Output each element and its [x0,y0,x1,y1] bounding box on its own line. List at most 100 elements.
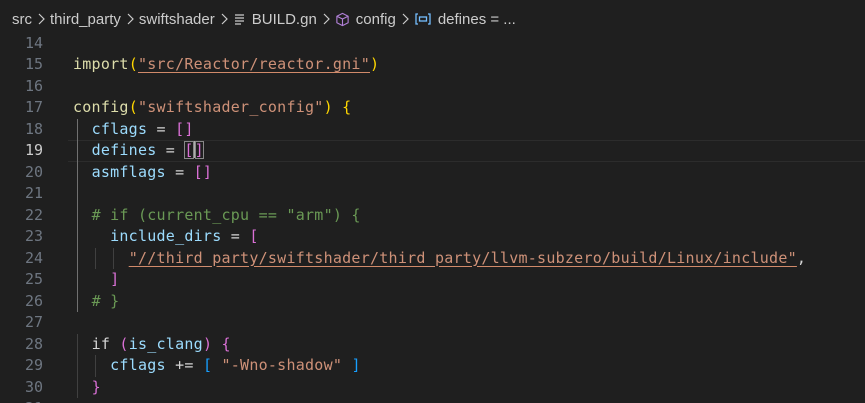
line-number: 14 [24,33,43,52]
code-line[interactable]: 18 cflags = [] [0,119,865,141]
code-line[interactable]: 24 "//third_party/swiftshader/third_part… [0,248,865,270]
code-token: = [156,141,185,159]
indent-guide [113,247,114,269]
code-text[interactable]: if (is_clang) { [73,334,231,356]
line-number: 25 [24,270,43,288]
variable-icon [414,12,432,26]
line-number: 31 [0,398,43,403]
code-line[interactable]: 29 cflags += [ "-Wno-shadow" ] [0,355,865,377]
breadcrumb-item-defines[interactable]: defines = ... [438,11,516,28]
code-text[interactable]: asmflags = [] [73,162,212,184]
code-token: { [342,98,352,116]
breadcrumb-item-config[interactable]: config [356,11,396,28]
code-token: # if (current_cpu == "arm") { [91,205,361,224]
chevron-right-icon [401,13,409,25]
code-text[interactable]: cflags += [ "-Wno-shadow" ] [73,355,361,377]
line-number: 20 [24,162,43,181]
code-token: ( [119,334,129,353]
code-text[interactable]: import("src/Reactor/reactor.gni") [73,54,379,76]
code-token: "//third_party/swiftshader/third_party/l… [128,248,797,267]
breadcrumb-item-file[interactable]: BUILD.gn [252,11,317,28]
code-token: is_clang [128,334,203,353]
line-number: 18 [24,119,43,138]
code-token: = [147,119,176,138]
code-token: ) [202,334,213,353]
code-text[interactable]: config("swiftshader_config") { [73,97,351,119]
code-line[interactable]: 31 [0,398,865,403]
code-token: { [221,334,231,353]
line-number: 30 [24,377,43,396]
code-line[interactable]: 17 config("swiftshader_config") { [0,97,865,119]
indent-guide [95,247,96,269]
chevron-right-icon [322,13,330,25]
chevron-right-icon [37,13,45,25]
breadcrumb-item-third-party[interactable]: third_party [50,11,121,28]
code-token: ( [128,55,138,73]
line-number: 24 [24,248,43,267]
code-token: [ [249,227,259,245]
code-token: } [91,377,101,396]
code-line[interactable]: 20 asmflags = [] [0,162,865,184]
code-line[interactable]: 26 # } [0,291,865,313]
code-token: ] [110,270,120,288]
code-token: ] [194,141,204,159]
code-text[interactable]: "//third_party/swiftshader/third_party/l… [73,248,806,270]
line-number: 17 [24,98,43,116]
indent-guide [77,118,78,312]
code-token: import [73,55,129,73]
code-token: include_dirs [110,227,222,245]
code-token: # } [91,291,120,310]
code-token: cflags [110,356,166,374]
breadcrumb-item-swiftshader[interactable]: swiftshader [139,11,215,28]
chevron-right-icon [220,13,228,25]
code-token: += [165,356,203,374]
line-number: 22 [24,205,43,224]
code-token: config [73,98,129,116]
code-token: = [221,227,250,245]
indent-guide [95,355,96,377]
code-line[interactable]: 21 [0,183,865,205]
breadcrumb-item-src[interactable]: src [12,11,32,28]
code-text[interactable]: # } [73,291,120,313]
file-lines-icon [233,13,246,26]
code-text[interactable]: cflags = [] [73,119,194,141]
line-number: 28 [24,334,43,353]
code-text[interactable]: # if (current_cpu == "arm") { [73,205,361,227]
code-line[interactable]: 15 import("src/Reactor/reactor.gni") [0,54,865,76]
code-token: [] [175,119,194,138]
code-text[interactable]: include_dirs = [ [73,226,259,248]
code-line[interactable]: 30 } [0,377,865,399]
code-token: = [165,162,194,181]
code-line[interactable]: 16 [0,76,865,98]
line-number: 19 [24,141,43,159]
code-token: asmflags [91,162,166,181]
code-editor[interactable]: src third_party swiftshader BUILD.gn con… [0,0,865,403]
code-line[interactable]: 19 defines = [] [0,140,865,162]
code-line[interactable]: 28 if (is_clang) { [0,334,865,356]
code-line[interactable]: 27 [0,312,865,334]
code-line[interactable]: 14 [0,33,865,55]
code-text[interactable]: defines = [] [73,140,204,162]
code-token: [] [193,162,213,181]
code-line[interactable]: 22 # if (current_cpu == "arm") { [0,205,865,227]
line-number: 27 [24,313,43,331]
code-token: ) [323,98,333,116]
code-token: defines [91,141,157,159]
code-token: , [796,248,807,267]
line-number: 15 [24,55,43,73]
code-line[interactable]: 23 include_dirs = [ [0,226,865,248]
code-text[interactable]: ] [73,269,119,291]
code-line[interactable]: 25 ] [0,269,865,291]
